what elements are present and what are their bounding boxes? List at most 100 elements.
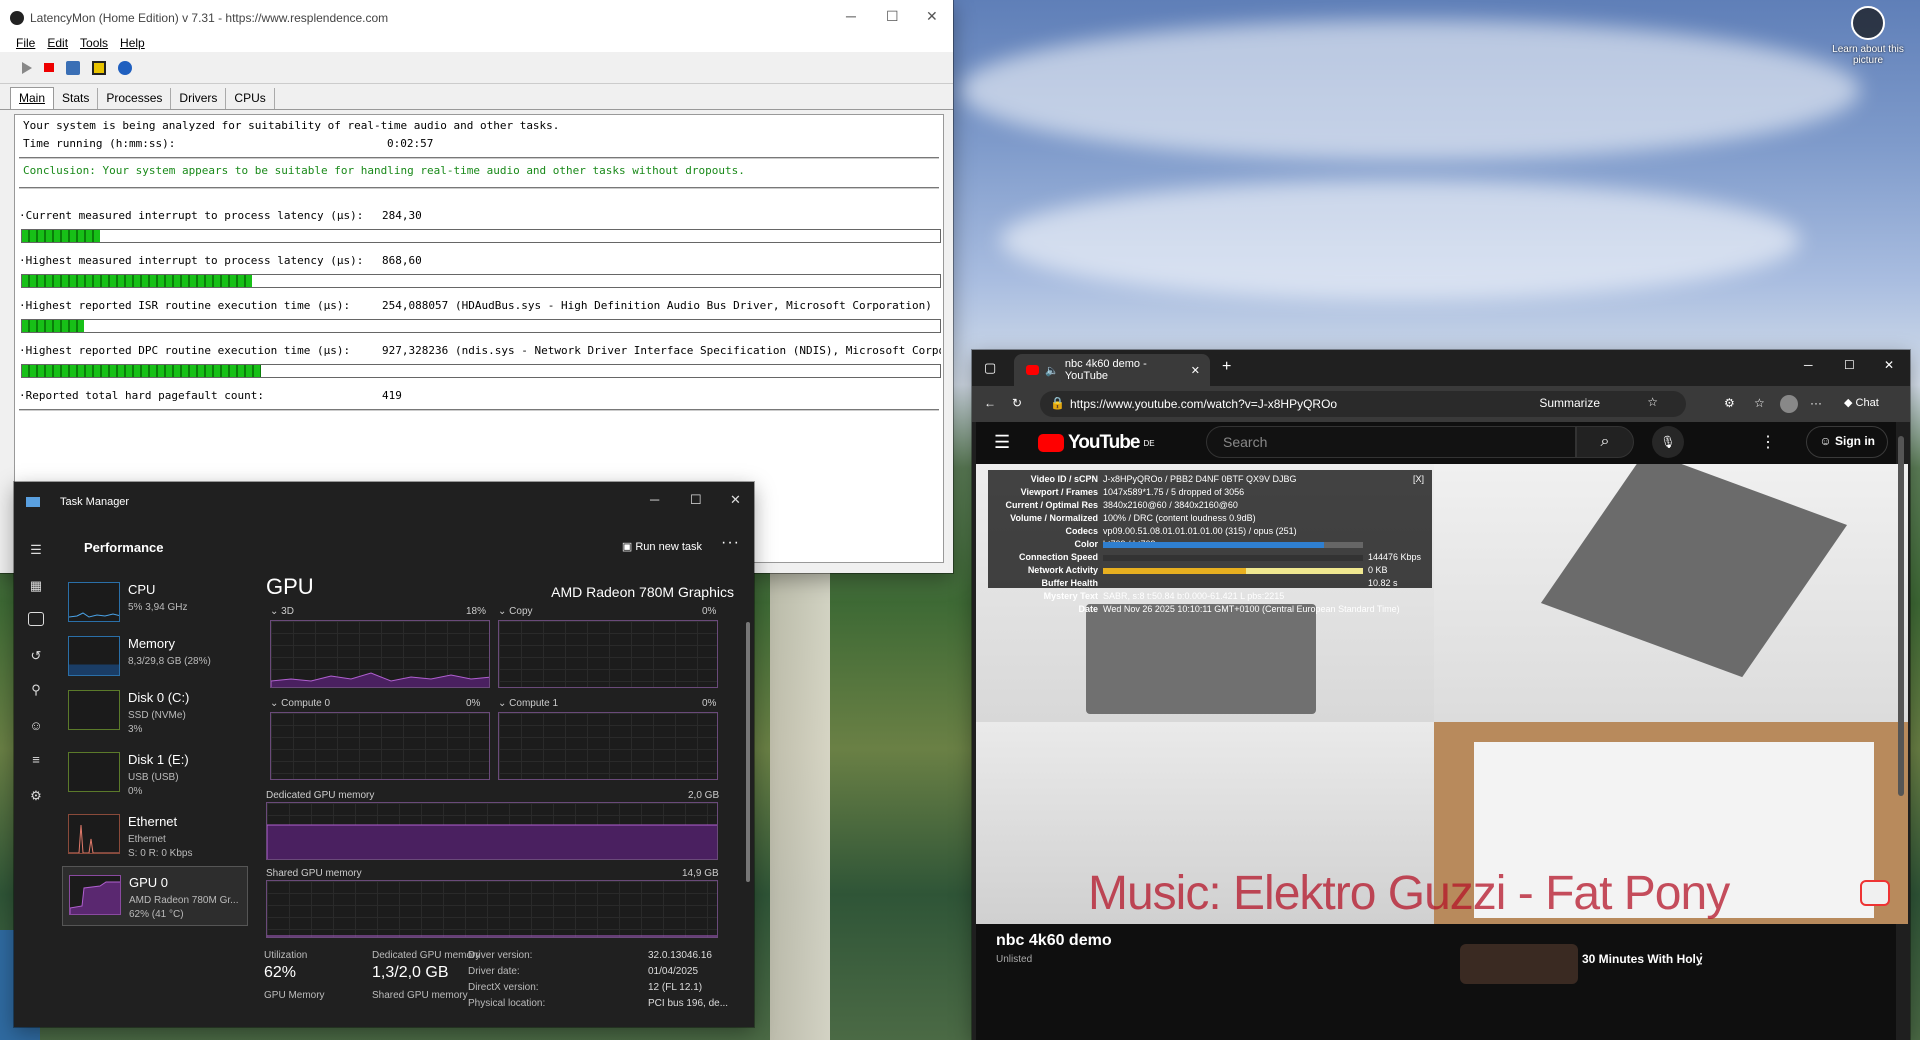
- tab-main[interactable]: Main: [10, 87, 55, 109]
- close-icon[interactable]: ✕: [730, 492, 741, 508]
- speaker-icon[interactable]: 🔈: [1045, 364, 1059, 377]
- perf-item-sub: 8,3/29,8 GB (28%): [128, 656, 211, 667]
- performance-icon[interactable]: [28, 612, 44, 626]
- engine-pct: 0%: [702, 698, 717, 709]
- profile-avatar[interactable]: [1780, 395, 1798, 413]
- menu-icon[interactable]: ···: [1810, 396, 1822, 410]
- details-icon[interactable]: ≡: [28, 752, 44, 767]
- windows-icon[interactable]: [92, 60, 106, 75]
- task-manager-titlebar[interactable]: Task Manager: [14, 482, 754, 522]
- engine-pct: 18%: [466, 606, 487, 617]
- services-icon[interactable]: ⚙: [28, 788, 44, 803]
- maximize-icon[interactable]: ☐: [690, 492, 702, 508]
- run-new-task-button[interactable]: ▣ Run new task: [622, 540, 702, 553]
- microphone-icon[interactable]: 🎙: [1652, 426, 1684, 458]
- menu-tools[interactable]: Tools: [80, 36, 108, 52]
- perf-item-gpu[interactable]: GPU 0 AMD Radeon 780M Gr... 62% (41 °C): [62, 866, 248, 926]
- gpu-thumbnail: [69, 875, 121, 915]
- menu-help[interactable]: Help: [120, 36, 145, 52]
- perf-item-disk0[interactable]: Disk 0 (C:) SSD (NVMe) 3%: [62, 682, 248, 742]
- latency-bar-fill: [22, 320, 84, 332]
- perf-item-cpu[interactable]: CPU 5% 3,94 GHz: [62, 574, 248, 634]
- stats-key: Connection Speed: [1018, 552, 1098, 562]
- tab-cpus[interactable]: CPUs: [226, 88, 275, 109]
- copilot-chat-button[interactable]: ◆ Chat: [1844, 396, 1879, 409]
- hamburger-icon[interactable]: ☰: [994, 432, 1010, 453]
- summarize-button[interactable]: Summarize: [1539, 396, 1600, 410]
- engine-label[interactable]: ⌄ Compute 1: [498, 698, 558, 709]
- browser-tab[interactable]: 🔈 nbc 4k60 demo - YouTube ✕: [1014, 354, 1210, 386]
- refresh-icon[interactable]: ↻: [1012, 396, 1022, 410]
- dedicated-memory-graph: [266, 802, 718, 860]
- favorite-icon[interactable]: ☆: [1647, 395, 1658, 409]
- engine-graph-3d: [270, 620, 490, 688]
- video-player[interactable]: Music: Elektro Guzzi - Fat Pony [X] Vide…: [976, 464, 1908, 924]
- scrollbar[interactable]: [746, 622, 750, 882]
- favorites-icon[interactable]: ☆: [1754, 396, 1765, 410]
- engine-graph-copy: [498, 620, 718, 688]
- perf-item-sub: Ethernet: [128, 834, 166, 845]
- search-icon[interactable]: ⌕: [1576, 426, 1634, 458]
- close-icon[interactable]: ✕: [926, 8, 938, 25]
- back-icon[interactable]: ←: [984, 396, 996, 410]
- tab-strip: Main Stats Processes Drivers CPUs: [0, 84, 953, 110]
- more-options-icon[interactable]: ···: [721, 534, 740, 552]
- run-new-task-label: Run new task: [635, 541, 702, 553]
- engine-label[interactable]: ⌄ Compute 0: [270, 698, 330, 709]
- driver-version-value: 32.0.13046.16: [648, 950, 712, 961]
- hamburger-icon[interactable]: ☰: [28, 542, 44, 557]
- address-bar[interactable]: 🔒 https://www.youtube.com/watch?v=J-x8HP…: [1040, 391, 1686, 417]
- metric-driver: (HDAudBus.sys - High Definition Audio Bu…: [455, 299, 932, 312]
- minimize-icon[interactable]: ─: [650, 492, 659, 507]
- lyric-overlay: Music: Elektro Guzzi - Fat Pony: [1088, 867, 1730, 920]
- stats-value: 100% / DRC (content loudness 0.9dB): [1103, 513, 1256, 523]
- stats-close-button[interactable]: [X]: [1413, 474, 1424, 484]
- minimize-icon[interactable]: ─: [1804, 358, 1813, 372]
- youtube-logo[interactable]: YouTube DE: [1038, 432, 1155, 454]
- more-icon[interactable]: ⋮: [1760, 432, 1776, 452]
- tab-close-icon[interactable]: ✕: [1191, 364, 1200, 377]
- separator: [19, 187, 939, 189]
- gpu-model: AMD Radeon 780M Graphics: [551, 584, 734, 600]
- metric-label: ·Highest reported ISR routine execution …: [19, 299, 351, 312]
- engine-label[interactable]: ⌄ 3D: [270, 606, 294, 617]
- menu-file[interactable]: File: [16, 36, 35, 52]
- new-tab-icon[interactable]: +: [1222, 358, 1231, 376]
- help-icon[interactable]: [118, 60, 132, 75]
- shared-label: Shared GPU memory: [266, 868, 362, 879]
- perf-item-memory[interactable]: Memory 8,3/29,8 GB (28%): [62, 628, 248, 688]
- users-icon[interactable]: ☺: [28, 718, 44, 733]
- tab-stats[interactable]: Stats: [54, 88, 99, 109]
- perf-item-sub: AMD Radeon 780M Gr...: [129, 895, 239, 906]
- cloud: [1000, 180, 1800, 300]
- tab-drivers[interactable]: Drivers: [171, 88, 227, 109]
- maximize-icon[interactable]: ☐: [886, 8, 899, 25]
- menu-edit[interactable]: Edit: [47, 36, 68, 52]
- related-more-icon[interactable]: ⋮: [1694, 950, 1708, 967]
- browser-window[interactable]: ▢ 🔈 nbc 4k60 demo - YouTube ✕ + ─ ☐ ✕ ← …: [972, 350, 1910, 1040]
- related-title[interactable]: 30 Minutes With Holy: [1582, 952, 1703, 966]
- close-icon[interactable]: ✕: [1884, 358, 1894, 372]
- engine-label[interactable]: ⌄ Copy: [498, 606, 533, 617]
- stop-icon[interactable]: [44, 63, 54, 72]
- learn-about-picture[interactable]: Learn about this picture: [1828, 6, 1908, 66]
- minimize-icon[interactable]: ─: [846, 8, 856, 24]
- history-icon[interactable]: ↺: [28, 648, 44, 663]
- tab-actions-icon[interactable]: ▢: [984, 360, 996, 376]
- latencymon-titlebar[interactable]: LatencyMon (Home Edition) v 7.31 - https…: [0, 0, 953, 36]
- startup-icon[interactable]: ⚲: [28, 682, 44, 697]
- processes-icon[interactable]: ▦: [28, 578, 44, 593]
- perf-item-ethernet[interactable]: Ethernet Ethernet S: 0 R: 0 Kbps: [62, 806, 248, 866]
- perf-item-disk1[interactable]: Disk 1 (E:) USB (USB) 0%: [62, 744, 248, 804]
- scrollbar[interactable]: [1898, 436, 1904, 796]
- related-thumbnail[interactable]: [1460, 944, 1578, 984]
- cpu-icon[interactable]: [66, 60, 80, 75]
- play-icon[interactable]: [22, 61, 32, 74]
- tab-processes[interactable]: Processes: [98, 88, 172, 109]
- stats-value: J-x8HPyQROo / PBB2 D4NF 0BTF QX9V DJBG: [1103, 474, 1297, 484]
- extensions-icon[interactable]: ⚙: [1724, 396, 1735, 410]
- task-manager-window[interactable]: Task Manager ─ ☐ ✕ ☰ ▦ ↺ ⚲ ☺ ≡ ⚙ ⚙ Perfo…: [14, 482, 754, 1027]
- sign-in-button[interactable]: ☺ Sign in: [1806, 426, 1888, 458]
- search-input[interactable]: Search: [1206, 426, 1576, 458]
- maximize-icon[interactable]: ☐: [1844, 358, 1855, 372]
